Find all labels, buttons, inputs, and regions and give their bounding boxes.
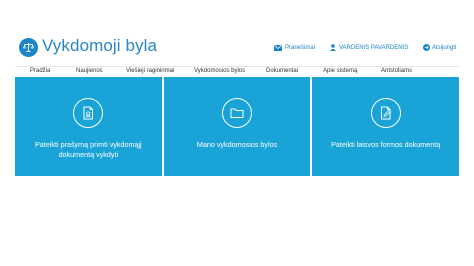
app-title[interactable]: Vykdomoji byla — [42, 36, 157, 56]
nav-item-antstoliams[interactable]: Antstoliams — [381, 68, 412, 74]
nav-item-pradzia[interactable]: Pradžia — [30, 68, 50, 74]
document-edit-icon — [370, 98, 401, 128]
document-stamp-icon — [73, 98, 104, 128]
tile-label: Pateikti laisvos formos dokumentą — [331, 140, 441, 149]
user-icon — [330, 44, 336, 51]
messages-link[interactable]: Pranešimai — [274, 43, 315, 52]
action-tiles: Pateikti prašymą primti vykdomąjį dokume… — [15, 77, 460, 176]
tile-free-form-document[interactable]: Pateikti laisvos formos dokumentą — [312, 77, 460, 176]
tile-label: Mano vykdomosios bylos — [196, 140, 278, 149]
messages-label: Pranešimai — [285, 44, 316, 51]
user-menu[interactable]: VARDENIS PAVARDENIS — [330, 43, 408, 52]
envelope-icon — [274, 44, 282, 51]
logout-link[interactable]: Atsijungti — [423, 43, 456, 52]
tile-my-cases[interactable]: Mano vykdomosios bylos — [163, 77, 311, 176]
nav-item-apie-sistema[interactable]: Apie sistemą — [323, 68, 357, 74]
nav-item-naujienos[interactable]: Naujienos — [76, 68, 103, 74]
main-nav: Pradžia Naujienos Viešieji ragininmai Vy… — [15, 66, 459, 77]
logout-label: Atsijungti — [432, 44, 457, 51]
header: Vykdomoji byla Pranešimai VARDENIS PAVAR… — [0, 0, 474, 66]
folder-icon — [222, 98, 252, 128]
tile-submit-request[interactable]: Pateikti prašymą primti vykdomąjį dokume… — [15, 77, 162, 176]
user-name: VARDENIS PAVARDENIS — [339, 44, 409, 51]
nav-item-vykdomosios-bylos[interactable]: Vykdomosios bylos — [194, 68, 245, 74]
logout-icon — [423, 44, 430, 51]
logo[interactable] — [19, 38, 38, 57]
nav-item-viesieji-raginimai[interactable]: Viešieji ragininmai — [126, 68, 174, 74]
tile-label: Pateikti prašymą primti vykdomąjį dokume… — [35, 140, 142, 159]
nav-item-dokumentai[interactable]: Dokumentai — [266, 68, 298, 74]
scales-icon — [23, 43, 34, 52]
